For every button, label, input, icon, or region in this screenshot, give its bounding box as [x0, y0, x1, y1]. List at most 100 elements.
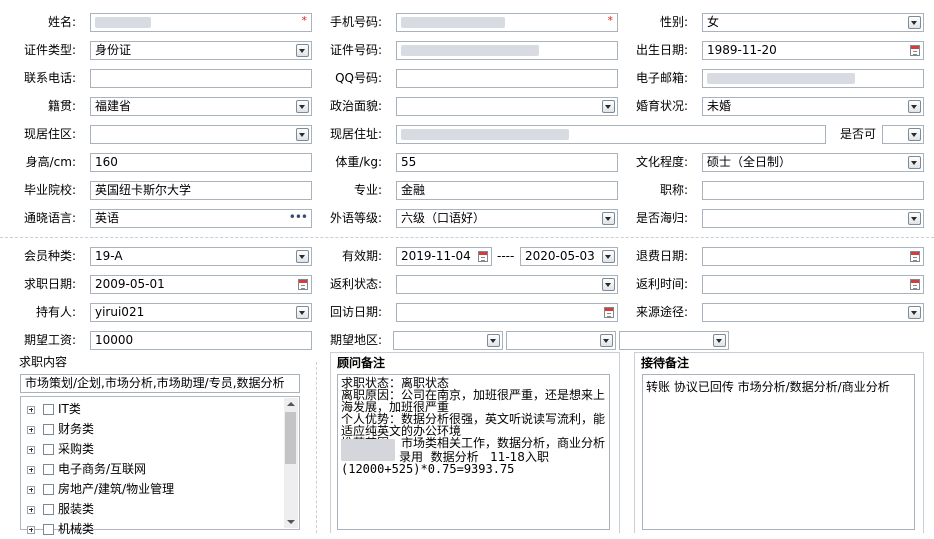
job-date-input[interactable]: 2009-05-01 — [90, 275, 312, 294]
name-input[interactable]: * — [90, 13, 312, 32]
expand-plus-icon[interactable] — [27, 445, 35, 454]
chevron-down-icon[interactable] — [908, 306, 921, 319]
qq-input[interactable] — [396, 69, 618, 88]
checkbox[interactable] — [43, 464, 54, 475]
checkbox[interactable] — [43, 404, 54, 415]
chevron-down-icon[interactable] — [602, 250, 615, 263]
expand-plus-icon[interactable] — [27, 465, 35, 474]
rebate-status-select[interactable] — [396, 275, 618, 294]
reception-notes-textarea[interactable]: 转账 协议已回传 市场分析/数据分析/商业分析 — [642, 374, 915, 530]
language-picker[interactable]: 英语 ••• — [90, 209, 312, 228]
tree-item[interactable]: 财务类 — [27, 419, 94, 439]
chevron-down-icon[interactable] — [487, 334, 500, 347]
calendar-icon[interactable] — [298, 279, 308, 290]
residence-address-input[interactable] — [396, 125, 826, 144]
source-select[interactable] — [702, 303, 924, 322]
checkbox[interactable] — [43, 484, 54, 495]
chevron-down-icon[interactable] — [908, 156, 921, 169]
tree-item[interactable]: 服装类 — [27, 499, 94, 519]
expand-plus-icon[interactable] — [27, 525, 35, 534]
job-date-label: 求职日期: — [23, 277, 76, 291]
visit-date-input[interactable] — [396, 303, 618, 322]
calendar-icon[interactable] — [478, 251, 488, 262]
id-number-input[interactable] — [396, 41, 618, 60]
required-marker: * — [301, 14, 308, 27]
chevron-down-icon[interactable] — [296, 44, 309, 57]
scroll-up-arrow[interactable] — [287, 402, 295, 406]
tree-item[interactable]: 采购类 — [27, 439, 94, 459]
expand-plus-icon[interactable] — [27, 425, 35, 434]
height-input[interactable]: 160 — [90, 153, 312, 172]
chevron-down-icon[interactable] — [908, 16, 921, 29]
chevron-down-icon[interactable] — [908, 128, 921, 141]
holder-select[interactable]: yirui021 — [90, 303, 312, 322]
chevron-down-icon[interactable] — [602, 278, 615, 291]
scroll-down-arrow[interactable] — [287, 520, 295, 524]
expand-plus-icon[interactable] — [27, 485, 35, 494]
tree-item-label: 财务类 — [58, 422, 95, 436]
chevron-down-icon[interactable] — [296, 306, 309, 319]
political-status-label: 政治面貌: — [329, 99, 382, 113]
political-status-select[interactable] — [396, 97, 618, 116]
checkbox[interactable] — [43, 504, 54, 515]
professional-title-input[interactable] — [702, 181, 924, 200]
checkbox[interactable] — [43, 444, 54, 455]
scroll-thumb[interactable] — [285, 412, 296, 464]
available-select[interactable] — [882, 125, 924, 144]
weight-input[interactable]: 55 — [396, 153, 618, 172]
consultant-notes-textarea[interactable]: 求职状态：离职状态 离职原因：公司在南京，加班很严重，还是想来上 海发展，加班很严重… — [337, 374, 610, 530]
chevron-down-icon[interactable] — [296, 100, 309, 113]
education-select[interactable]: 硕士（全日制） — [702, 153, 924, 172]
checkbox[interactable] — [43, 524, 54, 535]
email-input[interactable] — [702, 69, 924, 88]
calendar-icon[interactable] — [910, 279, 920, 290]
expand-plus-icon[interactable] — [27, 405, 35, 414]
tree-item[interactable]: 电子商务/互联网 — [27, 459, 146, 479]
tree-scrollbar[interactable] — [284, 398, 298, 528]
refund-date-input[interactable] — [702, 247, 924, 266]
calendar-icon[interactable] — [910, 45, 920, 56]
calendar-icon[interactable] — [910, 251, 920, 262]
expected-area-city-select[interactable] — [506, 331, 616, 350]
job-category-tree[interactable]: IT类财务类采购类 电子商务/互联网 房地产/建筑/物业管理 服装类 机械类 — [20, 396, 300, 536]
birth-date-input[interactable]: 1989-11-20 — [702, 41, 924, 60]
member-type-select[interactable]: 19-A — [90, 247, 312, 266]
chevron-down-icon[interactable] — [600, 334, 613, 347]
height-value: 160 — [95, 155, 118, 169]
job-intention-title: 求职内容 — [17, 355, 70, 369]
id-type-select[interactable]: 身份证 — [90, 41, 312, 60]
weight-label: 体重/kg: — [335, 155, 382, 169]
more-options-icon[interactable]: ••• — [289, 210, 308, 226]
tree-item[interactable]: 机械类 — [27, 519, 94, 539]
gender-select[interactable]: 女 — [702, 13, 924, 32]
major-input[interactable]: 金融 — [396, 181, 618, 200]
foreign-level-select[interactable]: 六级（口语好） — [396, 209, 618, 228]
validity-end-input[interactable]: 2020-05-03 — [520, 247, 618, 266]
phone-input[interactable]: * — [396, 13, 618, 32]
checkbox[interactable] — [43, 424, 54, 435]
returnee-label: 是否海归: — [635, 211, 688, 225]
tree-item[interactable]: 房地产/建筑/物业管理 — [27, 479, 174, 499]
expected-salary-input[interactable]: 10000 — [90, 331, 312, 350]
holder-label: 持有人: — [35, 305, 76, 319]
chevron-down-icon[interactable] — [908, 212, 921, 225]
chevron-down-icon[interactable] — [296, 128, 309, 141]
chevron-down-icon[interactable] — [908, 100, 921, 113]
marital-status-select[interactable]: 未婚 — [702, 97, 924, 116]
expected-area-district-select[interactable] — [619, 331, 729, 350]
school-input[interactable]: 英国纽卡斯尔大学 — [90, 181, 312, 200]
chevron-down-icon[interactable] — [602, 100, 615, 113]
tree-item[interactable]: IT类 — [27, 399, 81, 419]
calendar-icon[interactable] — [604, 307, 614, 318]
returnee-select[interactable] — [702, 209, 924, 228]
rebate-time-input[interactable] — [702, 275, 924, 294]
expand-plus-icon[interactable] — [27, 505, 35, 514]
native-place-select[interactable]: 福建省 — [90, 97, 312, 116]
chevron-down-icon[interactable] — [296, 250, 309, 263]
chevron-down-icon[interactable] — [602, 212, 615, 225]
residence-area-select[interactable] — [90, 125, 312, 144]
chevron-down-icon[interactable] — [713, 334, 726, 347]
contact-phone-input[interactable] — [90, 69, 312, 88]
validity-start-input[interactable]: 2019-11-04 — [396, 247, 492, 266]
expected-area-province-select[interactable] — [393, 331, 503, 350]
